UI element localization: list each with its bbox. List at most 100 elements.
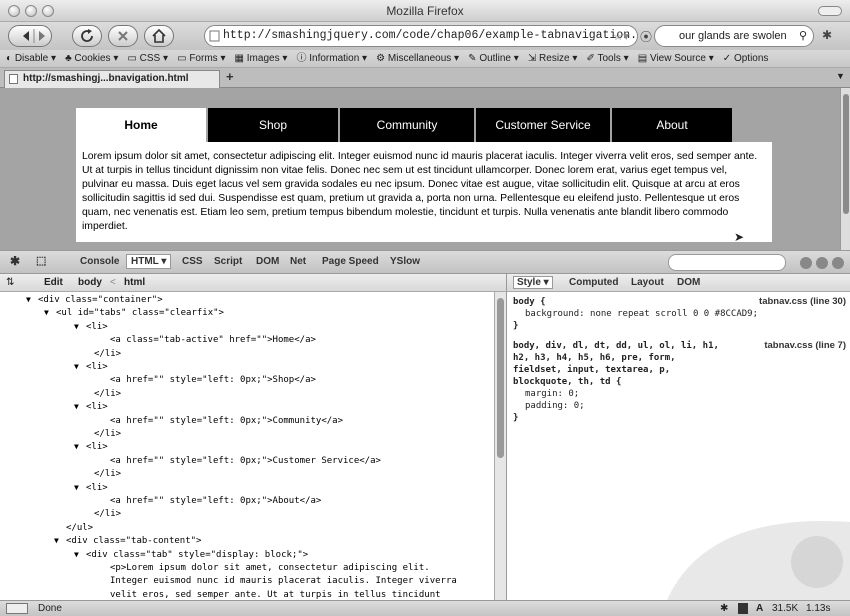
firebug-detach-button[interactable] (816, 257, 828, 269)
pin-icon[interactable]: ⇅ (6, 274, 14, 292)
side-tab-computed[interactable]: Computed (569, 277, 618, 288)
search-icon[interactable]: ⚲ (799, 26, 807, 46)
expand-twisty-icon[interactable]: ▼ (74, 482, 79, 494)
wd-options[interactable]: ✓ Options (723, 50, 769, 67)
html-tree-line[interactable]: <a href="" style="left: 0px;">Shop</a> (110, 374, 316, 386)
search-engine-icon[interactable]: ⦿ (640, 28, 652, 45)
page-scrollbar-thumb[interactable] (843, 94, 849, 214)
html-tree-line[interactable]: <a href="" style="left: 0px;">About</a> (110, 495, 321, 507)
inspect-icon[interactable]: ⬚ (36, 254, 46, 267)
wd-images[interactable]: ▦ Images ▾ (235, 50, 288, 67)
wd-information[interactable]: ⓘ Information ▾ (296, 50, 367, 67)
expand-twisty-icon[interactable]: ▼ (44, 307, 49, 319)
side-tab-style[interactable]: Style ▾ (513, 276, 553, 289)
html-tree-line[interactable]: </li> (94, 508, 121, 520)
html-tree-line[interactable]: <a href="" style="left: 0px;">Community<… (110, 415, 343, 427)
yslow-status-icon[interactable] (738, 603, 748, 614)
wd-view-source[interactable]: ▤ View Source ▾ (638, 50, 714, 67)
stop-button[interactable] (108, 25, 138, 47)
panel-page-speed[interactable]: Page Speed (322, 256, 379, 267)
css-rule-line[interactable]: margin: 0; (525, 388, 579, 400)
expand-twisty-icon[interactable]: ▼ (26, 294, 31, 306)
page-scrollbar[interactable] (840, 88, 850, 250)
html-tree-line[interactable]: <li> (86, 482, 108, 494)
html-tree-line[interactable]: </li> (94, 468, 121, 480)
page-tab-home[interactable]: Home (76, 108, 206, 142)
reload-button[interactable] (72, 25, 102, 47)
expand-twisty-icon[interactable]: ▼ (74, 549, 79, 561)
css-rule-line[interactable]: } (513, 320, 518, 332)
breadcrumb-body[interactable]: body (78, 274, 102, 292)
html-tree-line[interactable]: Integer euismod nunc id mauris placerat … (110, 575, 457, 587)
html-tree-line[interactable]: velit eros, sed semper ante. Ut at turpi… (110, 589, 441, 600)
expand-twisty-icon[interactable]: ▼ (74, 321, 79, 333)
page-tab-shop[interactable]: Shop (208, 108, 338, 142)
css-rule-line[interactable]: background: none repeat scroll 0 0 #8CCA… (525, 308, 758, 320)
wd-forms[interactable]: ▭ Forms ▾ (177, 50, 225, 67)
css-rule-line[interactable]: h2, h3, h4, h5, h6, pre, form, (513, 352, 676, 364)
html-tree-line[interactable]: <p>Lorem ipsum dolor sit amet, consectet… (110, 562, 430, 574)
html-tree-line[interactable]: <a href="" style="left: 0px;">Customer S… (110, 455, 381, 467)
panel-html[interactable]: HTML ▾ (126, 254, 172, 269)
url-input[interactable]: http://smashingjquery.com/code/chap06/ex… (204, 25, 638, 47)
panel-yslow[interactable]: YSlow (390, 256, 420, 267)
expand-twisty-icon[interactable]: ▼ (54, 535, 59, 547)
html-tree-line[interactable]: <li> (86, 441, 108, 453)
page-tab-about[interactable]: About (612, 108, 732, 142)
css-rule-line[interactable]: } (513, 412, 518, 424)
firebug-status-icon[interactable]: ✱ (720, 601, 728, 616)
html-tree-line[interactable]: </li> (94, 348, 121, 360)
tab-list-button[interactable]: ▼ (836, 71, 845, 81)
firebug-minimize-button[interactable] (800, 257, 812, 269)
html-scrollbar-thumb[interactable] (497, 298, 504, 458)
breadcrumb-html[interactable]: html (124, 274, 145, 292)
panel-console[interactable]: Console (80, 256, 119, 267)
html-tree-line[interactable]: <div class="tab" style="display: block;"… (86, 549, 308, 561)
html-tree-line[interactable]: <div class="container"> (38, 294, 163, 306)
panel-script[interactable]: Script (214, 256, 242, 267)
html-tree-line[interactable]: <a class="tab-active" href="">Home</a> (110, 334, 316, 346)
html-tree-line[interactable]: <li> (86, 321, 108, 333)
html-tree-line[interactable]: <ul id="tabs" class="clearfix"> (56, 307, 224, 319)
side-tab-dom[interactable]: DOM (677, 277, 700, 288)
wd-cookies[interactable]: ♣ Cookies ▾ (65, 50, 118, 67)
css-rule-line[interactable]: padding: 0; (525, 400, 585, 412)
page-tab-community[interactable]: Community (340, 108, 474, 142)
panel-net[interactable]: Net (290, 256, 306, 267)
firebug-search-input[interactable] (668, 254, 786, 271)
page-tab-customer-service[interactable]: Customer Service (476, 108, 610, 142)
html-tree-line[interactable]: </li> (94, 388, 121, 400)
home-button[interactable] (144, 25, 174, 47)
firebug-bug-icon[interactable]: ✱ (10, 254, 20, 268)
new-tab-button[interactable]: + (226, 69, 234, 84)
html-tree-line[interactable]: <li> (86, 361, 108, 373)
wd-outline[interactable]: ✎ Outline ▾ (468, 50, 519, 67)
css-source-link[interactable]: tabnav.css (line 7) (764, 340, 846, 351)
wd-tools[interactable]: ✐ Tools ▾ (587, 50, 629, 67)
html-tree-line[interactable]: </li> (94, 428, 121, 440)
wd-resize[interactable]: ⇲ Resize ▾ (528, 50, 578, 67)
toolbar-toggle-button[interactable] (818, 6, 842, 16)
html-tree-line[interactable]: <div class="tab-content"> (66, 535, 201, 547)
css-source-link[interactable]: tabnav.css (line 30) (759, 296, 846, 307)
firebug-close-button[interactable] (832, 257, 844, 269)
expand-twisty-icon[interactable]: ▼ (74, 401, 79, 413)
css-rule-line[interactable]: blockquote, th, td { (513, 376, 621, 388)
expand-twisty-icon[interactable]: ▼ (74, 441, 79, 453)
bug-icon[interactable]: ✱ (822, 28, 832, 42)
back-forward-button[interactable] (8, 25, 52, 47)
html-tree-line[interactable]: </ul> (66, 522, 93, 534)
search-input[interactable]: our glands are swolen ⚲ (654, 25, 814, 47)
edit-button[interactable]: Edit (44, 274, 63, 292)
panel-dom[interactable]: DOM (256, 256, 279, 267)
css-rule-line[interactable]: fieldset, input, textarea, p, (513, 364, 670, 376)
wd-disable[interactable]: ◐ Disable ▾ (6, 50, 56, 67)
wd-css[interactable]: ▭ CSS ▾ (127, 50, 168, 67)
panel-css[interactable]: CSS (182, 256, 203, 267)
bookmark-star-icon[interactable]: ☆▾ (613, 26, 629, 46)
side-tab-layout[interactable]: Layout (631, 277, 664, 288)
expand-twisty-icon[interactable]: ▼ (74, 361, 79, 373)
html-tree-line[interactable]: <li> (86, 401, 108, 413)
wd-miscellaneous[interactable]: ⚙ Miscellaneous ▾ (376, 50, 459, 67)
browser-tab[interactable]: http://smashingj...bnavigation.html (4, 70, 220, 88)
